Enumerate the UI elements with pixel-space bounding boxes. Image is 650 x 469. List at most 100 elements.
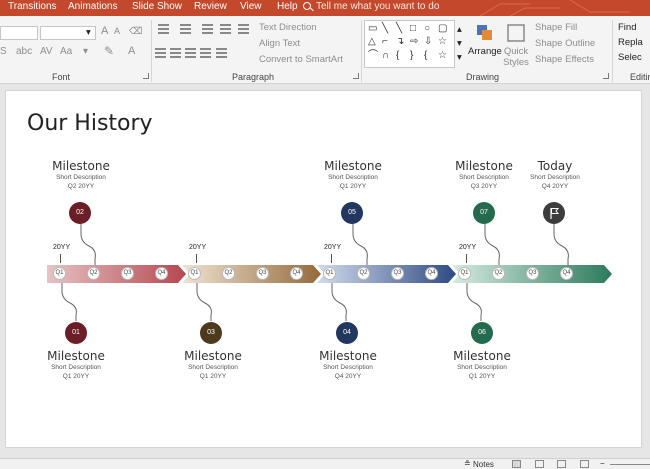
font-name-combo[interactable]: [0, 26, 38, 40]
shape-line-icon[interactable]: ╲: [382, 23, 388, 34]
slide-sorter-icon[interactable]: [535, 460, 544, 468]
milestone-bottom[interactable]: Milestone Short Description Q1 20YY: [436, 349, 528, 381]
align-left-icon[interactable]: [155, 48, 166, 58]
convert-smartart-button[interactable]: Convert to SmartArt: [259, 54, 343, 65]
milestone-top[interactable]: Milestone Short Description Q2 20YY: [35, 159, 127, 191]
milestone-badge[interactable]: 03: [200, 322, 222, 344]
change-case-icon[interactable]: Aa: [60, 46, 72, 57]
shape-outline-button[interactable]: Shape Outline: [535, 38, 595, 49]
align-right-icon[interactable]: [185, 48, 196, 58]
milestone-title: Milestone: [52, 159, 110, 173]
milestone-date: Q4 20YY: [334, 373, 362, 380]
drawing-group-label: Drawing: [466, 72, 500, 82]
milestone-badge[interactable]: 01: [65, 322, 87, 344]
today-badge[interactable]: [543, 202, 565, 224]
milestone-title: Milestone: [324, 159, 382, 173]
character-spacing-icon[interactable]: AV: [40, 46, 53, 57]
shape-rectangle-icon[interactable]: ▭: [368, 23, 377, 34]
slide-canvas[interactable]: Our History Q1 Q2 Q3 Q4 Q1 Q2 Q3 Q4 Q1 Q2 Q3 Q4 Q1 Q2…: [5, 90, 642, 448]
justify-icon[interactable]: [200, 48, 211, 58]
milestone-bottom[interactable]: Milestone Short Description Q1 20YY: [30, 349, 122, 381]
milestone-bottom[interactable]: Milestone Short Description Q1 20YY: [167, 349, 259, 381]
find-button[interactable]: Find: [618, 22, 636, 33]
milestone-badge[interactable]: 02: [69, 202, 91, 224]
milestone-badge[interactable]: 04: [336, 322, 358, 344]
increase-font-icon[interactable]: A: [101, 25, 108, 37]
shape-brace-icon[interactable]: {: [424, 50, 427, 61]
shape-star-icon[interactable]: ☆: [438, 50, 447, 61]
notes-button[interactable]: Notes: [473, 460, 494, 469]
gallery-scroll-down-icon[interactable]: ▾: [457, 38, 462, 49]
font-dialog-launcher-icon[interactable]: [143, 73, 149, 79]
shape-curve-icon[interactable]: ∩: [382, 50, 389, 61]
tab-transitions[interactable]: Transitions: [8, 1, 57, 12]
tell-me-search[interactable]: Tell me what you want to do: [303, 1, 440, 12]
milestone-badge[interactable]: 07: [473, 202, 495, 224]
line-spacing-icon[interactable]: [238, 24, 249, 34]
shape-star-icon[interactable]: ☆: [438, 36, 447, 47]
decrease-indent-icon[interactable]: [202, 24, 213, 34]
paragraph-dialog-launcher-icon[interactable]: [353, 73, 359, 79]
font-color-icon[interactable]: A: [128, 45, 135, 57]
shape-line-icon[interactable]: ╲: [396, 23, 402, 34]
milestone-title: Milestone: [47, 349, 105, 363]
shape-triangle-icon[interactable]: △: [368, 36, 376, 47]
tab-view[interactable]: View: [240, 1, 262, 12]
slideshow-view-icon[interactable]: [580, 460, 589, 468]
align-text-button[interactable]: Align Text: [259, 38, 300, 49]
clear-format-icon[interactable]: ⌫: [129, 26, 142, 37]
text-direction-button[interactable]: Text Direction: [259, 22, 317, 33]
status-bar: ≗ Notes −: [0, 458, 650, 469]
milestone-badge[interactable]: 05: [341, 202, 363, 224]
bullets-icon[interactable]: [158, 24, 169, 34]
group-separator: [151, 20, 152, 82]
milestone-date: Q2 20YY: [67, 183, 95, 190]
milestone-top[interactable]: Milestone Short Description Q1 20YY: [307, 159, 399, 191]
shadow-icon[interactable]: abc: [16, 46, 32, 57]
text-highlight-icon[interactable]: ✎: [104, 44, 114, 58]
columns-icon[interactable]: [216, 48, 227, 58]
quick-styles-button[interactable]: Quick Styles: [503, 46, 529, 68]
numbering-icon[interactable]: [180, 24, 191, 34]
shapes-gallery[interactable]: ▭ ╲ ╲ □ ○ ▢ △ ⌐ ↴ ⇨ ⇩ ☆ ⌒ ∩ { } { ☆: [364, 20, 455, 68]
shape-brace-icon[interactable]: }: [410, 50, 413, 61]
ribbon: ▾ A A ⌫ S abc AV Aa ▾ ✎ A Font Text Dire…: [0, 16, 650, 84]
replace-button[interactable]: Repla: [618, 37, 643, 48]
shape-brace-icon[interactable]: {: [396, 50, 399, 61]
milestone-today[interactable]: Today Short Description Q4 20YY: [509, 159, 601, 191]
arrange-button[interactable]: Arrange: [468, 46, 502, 57]
gallery-scroll-up-icon[interactable]: ▴: [457, 24, 462, 35]
shape-fill-button[interactable]: Shape Fill: [535, 22, 577, 33]
milestone-bottom[interactable]: Milestone Short Description Q4 20YY: [302, 349, 394, 381]
zoom-out-icon[interactable]: −: [600, 459, 605, 468]
normal-view-icon[interactable]: [512, 460, 521, 468]
shape-connector-icon[interactable]: ↴: [396, 36, 404, 47]
milestone-date: Q4 20YY: [541, 183, 569, 190]
shape-rounded-rect-icon[interactable]: ▢: [438, 23, 447, 34]
shape-curve-icon[interactable]: ⌒: [368, 50, 378, 61]
increase-indent-icon[interactable]: [220, 24, 231, 34]
decrease-font-icon[interactable]: A: [114, 26, 120, 36]
align-center-icon[interactable]: [170, 48, 181, 58]
shape-arrow-right-icon[interactable]: ⇨: [410, 36, 418, 47]
shape-oval-icon[interactable]: ○: [424, 23, 430, 34]
tab-animations[interactable]: Animations: [68, 1, 117, 12]
font-size-dropdown-icon[interactable]: ▾: [86, 27, 91, 38]
shape-rectangle-icon[interactable]: □: [410, 23, 416, 34]
tab-review[interactable]: Review: [194, 1, 227, 12]
highlight-icon[interactable]: ▾: [83, 46, 88, 57]
strikethrough-icon[interactable]: S: [0, 46, 7, 57]
tab-help[interactable]: Help: [277, 1, 298, 12]
shape-arrow-down-icon[interactable]: ⇩: [424, 36, 432, 47]
shape-connector-icon[interactable]: ⌐: [382, 36, 388, 47]
select-button[interactable]: Selec: [618, 52, 642, 63]
gallery-more-icon[interactable]: ▾: [457, 52, 462, 63]
drawing-dialog-launcher-icon[interactable]: [603, 73, 609, 79]
tab-slide-show[interactable]: Slide Show: [132, 1, 182, 12]
zoom-slider[interactable]: [610, 464, 650, 465]
reading-view-icon[interactable]: [557, 460, 566, 468]
shape-effects-button[interactable]: Shape Effects: [535, 54, 594, 65]
tell-me-text: Tell me what you want to do: [316, 1, 440, 12]
milestone-date: Q1 20YY: [62, 373, 90, 380]
milestone-badge[interactable]: 06: [471, 322, 493, 344]
